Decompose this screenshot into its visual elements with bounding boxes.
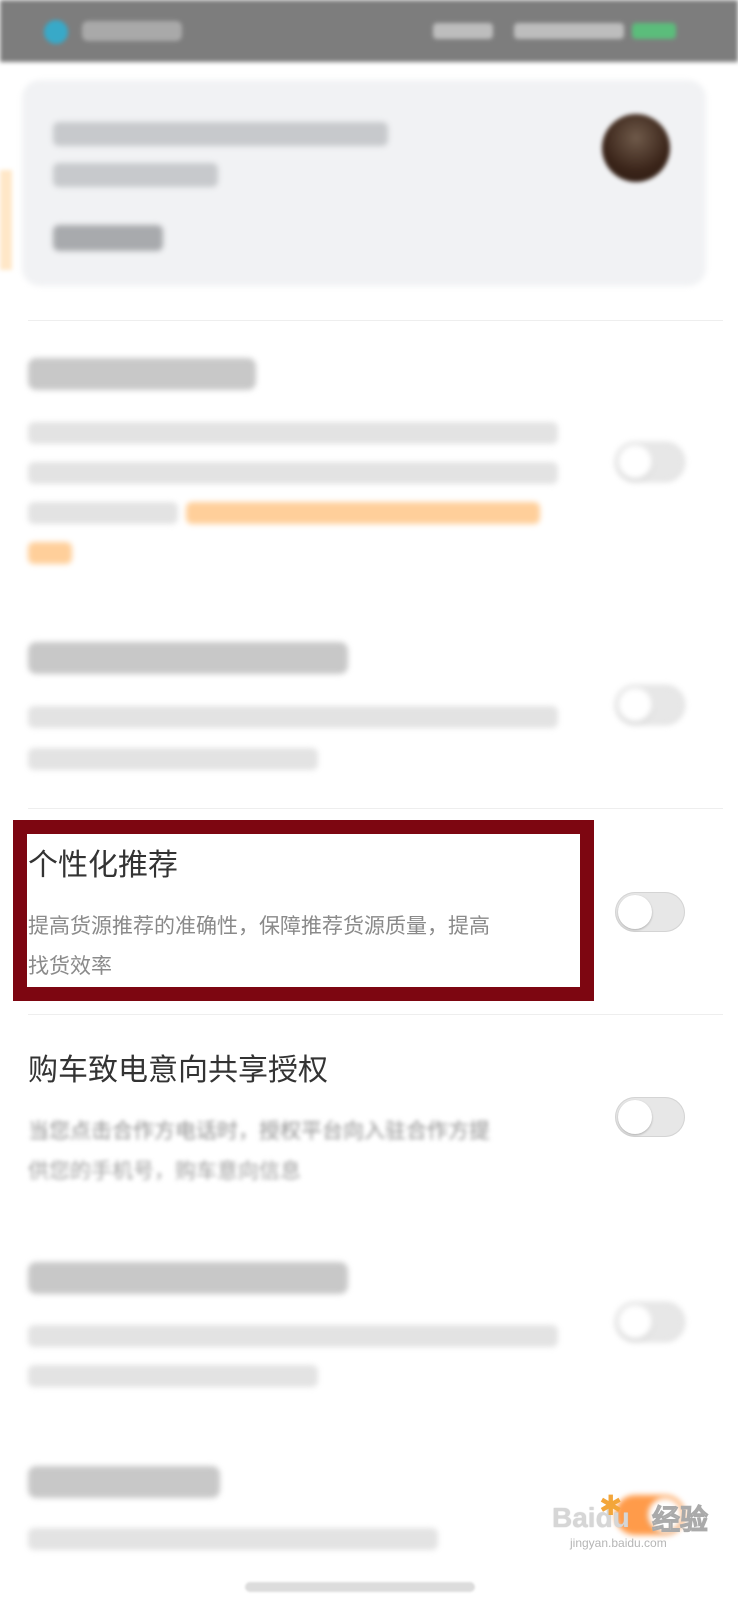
status-icons-signal bbox=[514, 23, 624, 39]
watermark-label: 经验 bbox=[651, 1503, 709, 1537]
baidu-jingyan-watermark: Baidu ✱ 经验 jingyan.baidu.com bbox=[552, 1489, 722, 1551]
account-sub-blurred bbox=[53, 163, 218, 187]
blurred-toggle-2[interactable] bbox=[615, 685, 685, 725]
status-icons-left bbox=[433, 23, 493, 39]
app-icon bbox=[44, 20, 68, 44]
divider bbox=[28, 320, 723, 321]
blurred-toggle-3[interactable] bbox=[615, 1302, 685, 1342]
personalized-recommendation-title: 个性化推荐 bbox=[28, 848, 178, 883]
status-bar bbox=[0, 0, 738, 62]
account-action-blurred[interactable] bbox=[53, 225, 163, 251]
call-intent-authorization-title: 购车致电意向共享授权 bbox=[28, 1053, 328, 1088]
watermark-url: jingyan.baidu.com bbox=[570, 1536, 667, 1550]
battery-icon bbox=[632, 23, 676, 39]
toggle-knob bbox=[618, 445, 652, 479]
personalized-recommendation-desc-line2: 找货效率 bbox=[28, 954, 112, 978]
home-indicator bbox=[245, 1582, 475, 1592]
avatar bbox=[602, 114, 670, 182]
blurred-toggle-1[interactable] bbox=[615, 442, 685, 482]
toggle-knob bbox=[618, 1100, 652, 1134]
call-intent-authorization-toggle[interactable] bbox=[615, 1097, 685, 1137]
background-accent bbox=[0, 170, 12, 270]
personalized-recommendation-desc-line1: 提高货源推荐的准确性，保障推荐货源质量，提高 bbox=[28, 914, 490, 938]
toggle-knob bbox=[618, 688, 652, 722]
account-name-blurred bbox=[53, 122, 388, 146]
call-intent-authorization-desc-line2: 供您的手机号，购车意向信息 bbox=[28, 1159, 301, 1183]
divider bbox=[28, 808, 723, 809]
personalized-recommendation-toggle[interactable] bbox=[615, 892, 685, 932]
call-intent-authorization-desc-line1: 当您点击合作方电话时，授权平台向入驻合作方提 bbox=[28, 1119, 490, 1143]
toggle-knob bbox=[618, 895, 652, 929]
divider bbox=[28, 1014, 723, 1015]
toggle-knob bbox=[618, 1305, 652, 1339]
status-app-label bbox=[82, 21, 182, 41]
paw-icon: ✱ bbox=[599, 1489, 623, 1522]
